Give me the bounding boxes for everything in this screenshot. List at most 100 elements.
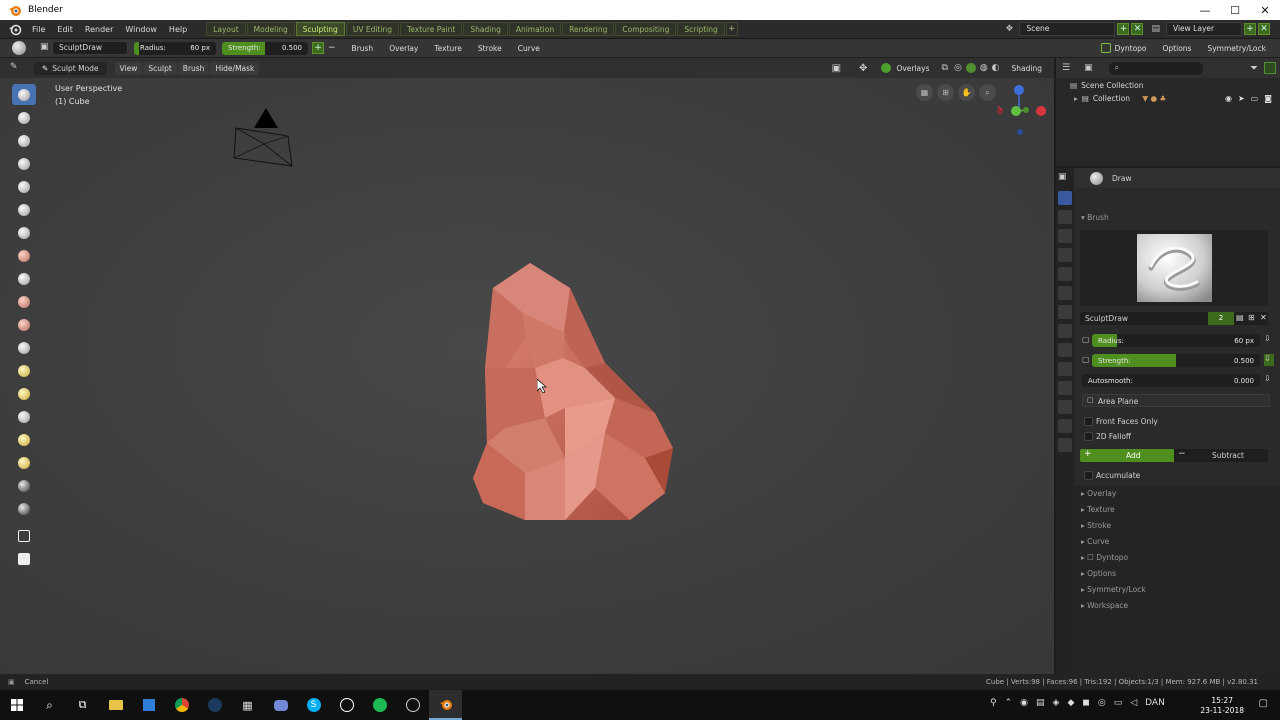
ortho-toggle-icon[interactable]: ⊞	[937, 84, 954, 101]
tab-physics[interactable]	[1058, 362, 1072, 376]
overlays-dropdown[interactable]: Overlays	[896, 62, 935, 75]
section-workspace[interactable]: ▸ Workspace	[1081, 601, 1128, 610]
tab-constraints[interactable]	[1058, 381, 1072, 395]
add-direction-button[interactable]: +	[312, 42, 324, 54]
add-workspace-button[interactable]: +	[725, 22, 738, 36]
section-symmetry-lock[interactable]: ▸ Symmetry/Lock	[1081, 585, 1146, 594]
tab-scripting[interactable]: Scripting	[677, 22, 725, 36]
outliner-editor-icon[interactable]: ☰	[1062, 63, 1070, 73]
visibility-eye-icon[interactable]: ◉	[1225, 94, 1232, 103]
keyboard-language[interactable]: DAN	[1145, 698, 1165, 708]
delete-scene-button[interactable]: ✕	[1131, 23, 1144, 35]
subtract-direction-button[interactable]: −	[328, 43, 336, 53]
tab-shading[interactable]: Shading	[463, 22, 508, 36]
props-strength-slider[interactable]: Strength: 0.500	[1092, 354, 1260, 367]
tray-app-icon-6[interactable]: ◎	[1098, 698, 1106, 708]
tool-smooth[interactable]	[12, 245, 36, 266]
file-explorer-button[interactable]	[99, 690, 132, 720]
radius-pressure-icon[interactable]: ⇩	[1264, 334, 1271, 343]
sculpt-menu[interactable]: Sculpt	[143, 61, 177, 75]
filter-icon[interactable]: ⏷	[1250, 63, 1258, 74]
section-curve[interactable]: ▸ Curve	[1081, 537, 1109, 546]
hide-mask-menu[interactable]: Hide/Mask	[210, 61, 260, 75]
tool-simplify[interactable]	[12, 475, 36, 496]
tool-grab[interactable]	[12, 360, 36, 381]
wireframe-shading-icon[interactable]: ◎	[954, 63, 962, 73]
maximize-button[interactable]: ☐	[1220, 0, 1250, 20]
section-stroke[interactable]: ▸ Stroke	[1081, 521, 1111, 530]
display-icon[interactable]: ▣	[832, 63, 841, 74]
radius-slider[interactable]: Radius: 60 px	[134, 41, 216, 55]
add-button[interactable]: + Add	[1080, 449, 1174, 462]
tray-app-icon-2[interactable]: ▤	[1036, 698, 1045, 708]
tab-modifiers[interactable]	[1058, 324, 1072, 338]
mode-selector[interactable]: ✎ Sculpt Mode	[34, 61, 107, 75]
brush-preview-frame[interactable]	[1080, 230, 1268, 306]
tool-fill[interactable]	[12, 291, 36, 312]
steam-button[interactable]	[198, 690, 231, 720]
display-mode-icon[interactable]: ▣	[1084, 63, 1093, 73]
tool-clay-strips[interactable]	[12, 130, 36, 151]
radius-lock-icon[interactable]: ▢	[1082, 335, 1090, 344]
new-brush-icon[interactable]: ⊞	[1248, 313, 1255, 322]
obs-button[interactable]	[396, 690, 429, 720]
brush-name-field[interactable]: SculptDraw	[52, 41, 128, 55]
strength-slider[interactable]: Strength: 0.500	[222, 41, 308, 55]
tab-object[interactable]	[1058, 305, 1072, 319]
dyntopo-section-checkbox[interactable]: ☐	[1087, 553, 1094, 562]
overlay-menu[interactable]: Overlay	[381, 42, 426, 55]
autosmooth-slider[interactable]: Autosmooth: 0.000	[1082, 374, 1260, 387]
tool-scrape[interactable]	[12, 314, 36, 335]
search-taskbar-button[interactable]: ⌕	[33, 690, 66, 720]
camera-object[interactable]	[230, 106, 300, 170]
network-icon[interactable]: ▭	[1114, 698, 1123, 708]
tab-render[interactable]	[1058, 210, 1072, 224]
props-radius-slider[interactable]: Radius: 60 px	[1092, 334, 1260, 347]
viewport-disable-icon[interactable]: ▭	[1251, 94, 1259, 103]
tool-box-hide[interactable]	[12, 548, 36, 569]
tab-modeling[interactable]: Modeling	[246, 22, 295, 36]
close-button[interactable]: ✕	[1250, 0, 1280, 20]
front-faces-checkbox[interactable]	[1084, 417, 1093, 426]
tab-rendering[interactable]: Rendering	[562, 22, 615, 36]
gizmo-toggle-icon[interactable]: ✥	[859, 63, 867, 74]
tool-blob[interactable]	[12, 199, 36, 220]
texture-menu[interactable]: Texture	[426, 42, 469, 55]
tool-snake-hook[interactable]	[12, 383, 36, 404]
dyntopo-checkbox[interactable]	[1100, 43, 1111, 53]
falloff-2d-checkbox[interactable]	[1084, 432, 1093, 441]
tool-rotate[interactable]	[12, 452, 36, 473]
people-icon[interactable]: ⚲	[990, 698, 997, 708]
minimize-button[interactable]: —	[1190, 0, 1220, 20]
menu-help[interactable]: Help	[163, 25, 193, 34]
chrome-button[interactable]	[165, 690, 198, 720]
tab-view-layer[interactable]	[1058, 248, 1072, 262]
section-dyntopo[interactable]: ▸ ☐ Dyntopo	[1081, 553, 1128, 562]
spotify-button[interactable]	[363, 690, 396, 720]
calculator-button[interactable]: ▦	[231, 690, 264, 720]
accumulate-checkbox[interactable]	[1084, 471, 1093, 480]
xray-icon[interactable]: ⧉	[942, 63, 948, 73]
tab-compositing[interactable]: Compositing	[615, 22, 677, 36]
solid-shading-icon[interactable]	[965, 63, 976, 73]
brush-users-count[interactable]: 2	[1208, 312, 1234, 325]
camera-view-icon[interactable]: ▦	[916, 84, 933, 101]
new-view-layer-button[interactable]: +	[1244, 23, 1256, 35]
tray-app-icon-4[interactable]: ◆	[1067, 698, 1074, 708]
3d-viewport[interactable]: User Perspective (1) Cube ▦ ⊞ ✋ ⌕	[0, 78, 1054, 674]
tool-pinch[interactable]	[12, 337, 36, 358]
plane-dropdown[interactable]: ▢ Area Plane	[1082, 394, 1270, 407]
properties-editor-icon[interactable]: ▣	[1058, 172, 1072, 186]
notification-icon[interactable]: ▢	[1259, 698, 1268, 709]
tab-scene[interactable]	[1058, 267, 1072, 281]
navigation-gizmo[interactable]	[992, 82, 1052, 142]
brush-menu[interactable]: Brush	[344, 42, 382, 55]
tool-draw[interactable]	[12, 84, 36, 105]
brush-section-header[interactable]: ▾ Brush	[1081, 213, 1109, 222]
xbox-button[interactable]	[330, 690, 363, 720]
brush-icon[interactable]	[12, 41, 26, 55]
blender-taskbar-button[interactable]	[429, 690, 462, 720]
render-camera-icon[interactable]: ◙	[1264, 94, 1272, 103]
brush-browse-icon[interactable]: ▣	[40, 42, 52, 54]
dyntopo-menu[interactable]: Dyntopo	[1115, 42, 1155, 55]
